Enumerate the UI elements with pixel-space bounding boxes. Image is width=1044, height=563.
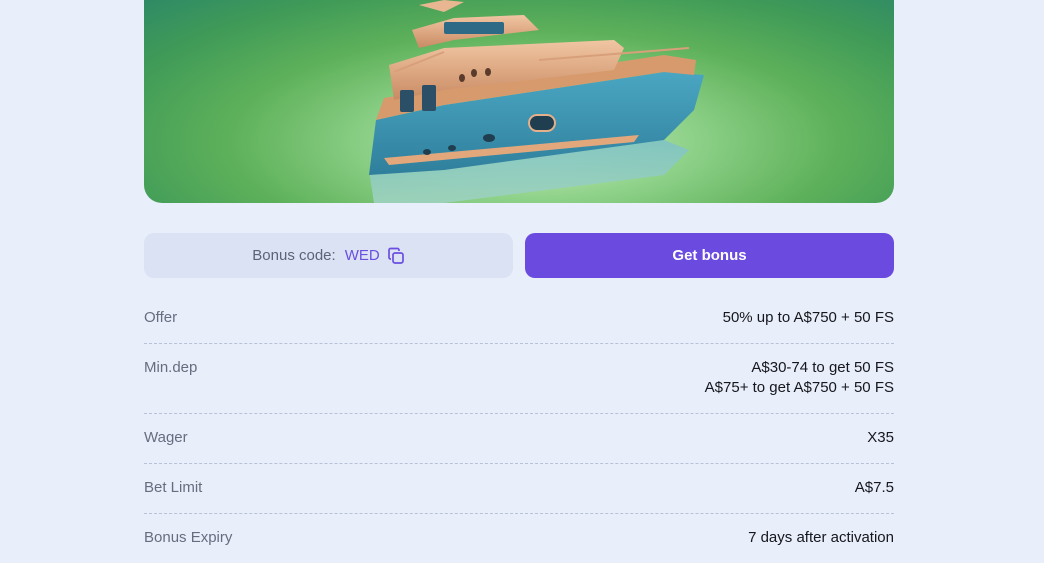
detail-value: A$30-74 to get 50 FS A$75+ to get A$750 … [705, 358, 894, 398]
detail-label: Wager [144, 429, 188, 446]
bonus-code-value: WED [344, 247, 380, 264]
detail-row-min-dep: Min.dep A$30-74 to get 50 FS A$75+ to ge… [144, 344, 894, 414]
boat-illustration [369, 0, 704, 203]
bonus-code-box: Bonus code: WED [144, 233, 513, 278]
bonus-card: Bonus code: WED Get bonus Offer 50% up t… [144, 0, 894, 546]
detail-value: A$7.5 [855, 478, 894, 498]
get-bonus-button[interactable]: Get bonus [525, 233, 894, 278]
detail-value: X35 [867, 428, 894, 448]
detail-row-offer: Offer 50% up to A$750 + 50 FS [144, 294, 894, 344]
detail-value-line: A$7.5 [854, 479, 894, 496]
hero-banner [144, 0, 894, 203]
detail-row-bonus-expiry: Bonus Expiry 7 days after activation [144, 514, 894, 563]
detail-row-wager: Wager X35 [144, 414, 894, 464]
detail-value-line: X35 [867, 429, 894, 446]
detail-label: Bonus Expiry [144, 529, 233, 546]
detail-label: Bet Limit [144, 479, 203, 496]
bonus-actions: Bonus code: WED Get bonus [144, 233, 894, 278]
detail-label: Offer [144, 309, 178, 326]
detail-value-line: 50% up to A$750 + 50 FS [722, 309, 894, 326]
copy-icon[interactable] [387, 247, 405, 265]
detail-value: 50% up to A$750 + 50 FS [723, 308, 894, 328]
detail-value-line: 7 days after activation [748, 529, 894, 546]
bonus-details-list: Offer 50% up to A$750 + 50 FS Min.dep A$… [144, 294, 894, 563]
detail-row-bet-limit: Bet Limit A$7.5 [144, 464, 894, 514]
detail-value-line: A$75+ to get A$750 + 50 FS [704, 379, 894, 396]
detail-value-line: A$30-74 to get 50 FS [751, 359, 894, 376]
detail-value: 7 days after activation [748, 528, 894, 548]
detail-label: Min.dep [144, 359, 198, 376]
bonus-code-label: Bonus code: [252, 247, 336, 264]
